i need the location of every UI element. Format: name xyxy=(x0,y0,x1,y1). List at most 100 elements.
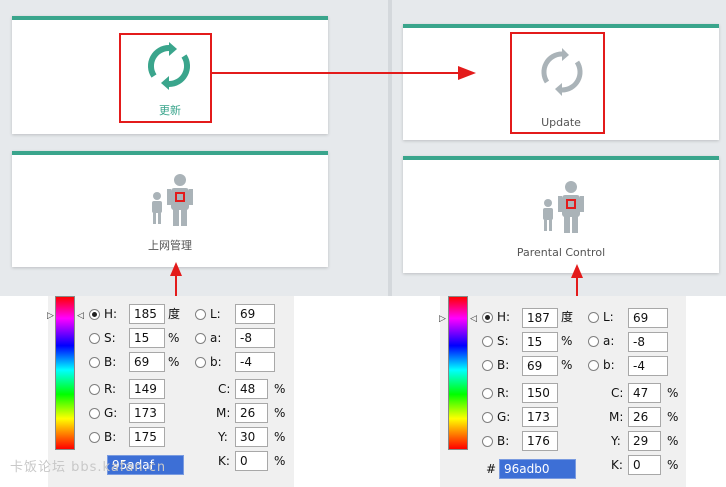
r-field[interactable]: 150 xyxy=(522,383,558,403)
label-h: H: xyxy=(497,310,511,324)
radio-s[interactable] xyxy=(89,333,100,344)
unit-pct: % xyxy=(168,355,180,369)
radio-b-rgb[interactable] xyxy=(482,436,493,447)
unit-pct: % xyxy=(168,331,180,345)
watermark: 卡饭论坛 bbs.kafan.cn xyxy=(10,460,167,475)
b-lab-field[interactable]: -4 xyxy=(628,356,668,376)
y-field[interactable]: 30 xyxy=(235,427,268,447)
label-r: R: xyxy=(497,386,510,400)
unit-deg: 度 xyxy=(168,307,181,321)
radio-b-lab[interactable] xyxy=(195,357,206,368)
k-field[interactable]: 0 xyxy=(235,451,268,471)
h-field[interactable]: 185 xyxy=(129,304,165,324)
annotation-arrow xyxy=(212,66,476,80)
label-b-lab: b: xyxy=(210,355,222,369)
l-field[interactable]: 69 xyxy=(628,308,668,328)
unit-pct: % xyxy=(667,434,679,448)
unit-pct: % xyxy=(667,410,679,424)
hex-field[interactable]: 96adb0 xyxy=(499,459,576,479)
label-a: a: xyxy=(210,331,222,345)
r-field[interactable]: 149 xyxy=(129,379,165,399)
annotation-arrow xyxy=(170,262,182,300)
hue-slider-handle-icon[interactable]: ▷ xyxy=(47,311,54,321)
panel-divider xyxy=(388,0,392,296)
label-s: S: xyxy=(497,334,509,348)
label-c: C: xyxy=(611,386,624,400)
unit-pct: % xyxy=(561,358,573,372)
b-rgb-field[interactable]: 176 xyxy=(522,431,558,451)
radio-a[interactable] xyxy=(588,336,599,347)
label-m: M: xyxy=(609,410,624,424)
label-m: M: xyxy=(216,406,231,420)
label-c: C: xyxy=(218,382,231,396)
radio-h[interactable] xyxy=(89,309,100,320)
label-b: B: xyxy=(104,355,117,369)
b-field[interactable]: 69 xyxy=(522,356,558,376)
label-g: G: xyxy=(104,406,118,420)
label-b-rgb: B: xyxy=(104,430,117,444)
label-b: B: xyxy=(497,358,510,372)
c-field[interactable]: 48 xyxy=(235,379,268,399)
hue-slider[interactable] xyxy=(55,296,75,450)
b-lab-field[interactable]: -4 xyxy=(235,352,275,372)
label-h: H: xyxy=(104,307,118,321)
hash-label: # xyxy=(486,462,497,476)
radio-l[interactable] xyxy=(195,309,206,320)
s-field[interactable]: 15 xyxy=(522,332,558,352)
m-field[interactable]: 26 xyxy=(628,407,661,427)
label-y: Y: xyxy=(218,430,228,444)
family-icon xyxy=(152,174,193,226)
k-field[interactable]: 0 xyxy=(628,455,661,475)
g-field[interactable]: 173 xyxy=(522,407,558,427)
highlight-box xyxy=(510,32,605,134)
annotation-arrow xyxy=(571,264,583,298)
highlight-box xyxy=(119,33,212,123)
parental-card-cn[interactable]: 上网管理 xyxy=(12,151,328,267)
radio-b[interactable] xyxy=(482,360,493,371)
unit-pct: % xyxy=(274,382,286,396)
label-b-rgb: B: xyxy=(497,434,510,448)
radio-r[interactable] xyxy=(482,388,493,399)
radio-l[interactable] xyxy=(588,312,599,323)
radio-g[interactable] xyxy=(482,412,493,423)
unit-pct: % xyxy=(561,334,573,348)
unit-pct: % xyxy=(667,458,679,472)
radio-r[interactable] xyxy=(89,384,100,395)
label-a: a: xyxy=(603,334,615,348)
label-k: K: xyxy=(218,454,230,468)
a-field[interactable]: -8 xyxy=(235,328,275,348)
radio-b-rgb[interactable] xyxy=(89,432,100,443)
l-field[interactable]: 69 xyxy=(235,304,275,324)
g-field[interactable]: 173 xyxy=(129,403,165,423)
hue-slider[interactable] xyxy=(448,296,468,450)
h-field[interactable]: 187 xyxy=(522,308,558,328)
hue-slider-handle-icon[interactable]: ▷ xyxy=(439,314,446,324)
hue-slider-handle-icon[interactable]: ◁ xyxy=(77,311,84,321)
radio-b[interactable] xyxy=(89,357,100,368)
a-field[interactable]: -8 xyxy=(628,332,668,352)
label-l: L: xyxy=(603,310,614,324)
m-field[interactable]: 26 xyxy=(235,403,268,423)
radio-s[interactable] xyxy=(482,336,493,347)
unit-deg: 度 xyxy=(561,310,574,324)
label-y: Y: xyxy=(611,434,621,448)
parental-label: Parental Control xyxy=(516,246,606,259)
radio-h[interactable] xyxy=(482,312,493,323)
radio-g[interactable] xyxy=(89,408,100,419)
parental-card-en[interactable]: Parental Control xyxy=(403,156,719,273)
c-field[interactable]: 47 xyxy=(628,383,661,403)
radio-b-lab[interactable] xyxy=(588,360,599,371)
radio-a[interactable] xyxy=(195,333,206,344)
y-field[interactable]: 29 xyxy=(628,431,661,451)
unit-pct: % xyxy=(274,406,286,420)
label-s: S: xyxy=(104,331,116,345)
s-field[interactable]: 15 xyxy=(129,328,165,348)
label-r: R: xyxy=(104,382,117,396)
family-icon xyxy=(543,181,584,233)
hue-slider-handle-icon[interactable]: ◁ xyxy=(470,314,477,324)
b-rgb-field[interactable]: 175 xyxy=(129,427,165,447)
label-b-lab: b: xyxy=(603,358,615,372)
label-l: L: xyxy=(210,307,221,321)
b-field[interactable]: 69 xyxy=(129,352,165,372)
unit-pct: % xyxy=(274,454,286,468)
